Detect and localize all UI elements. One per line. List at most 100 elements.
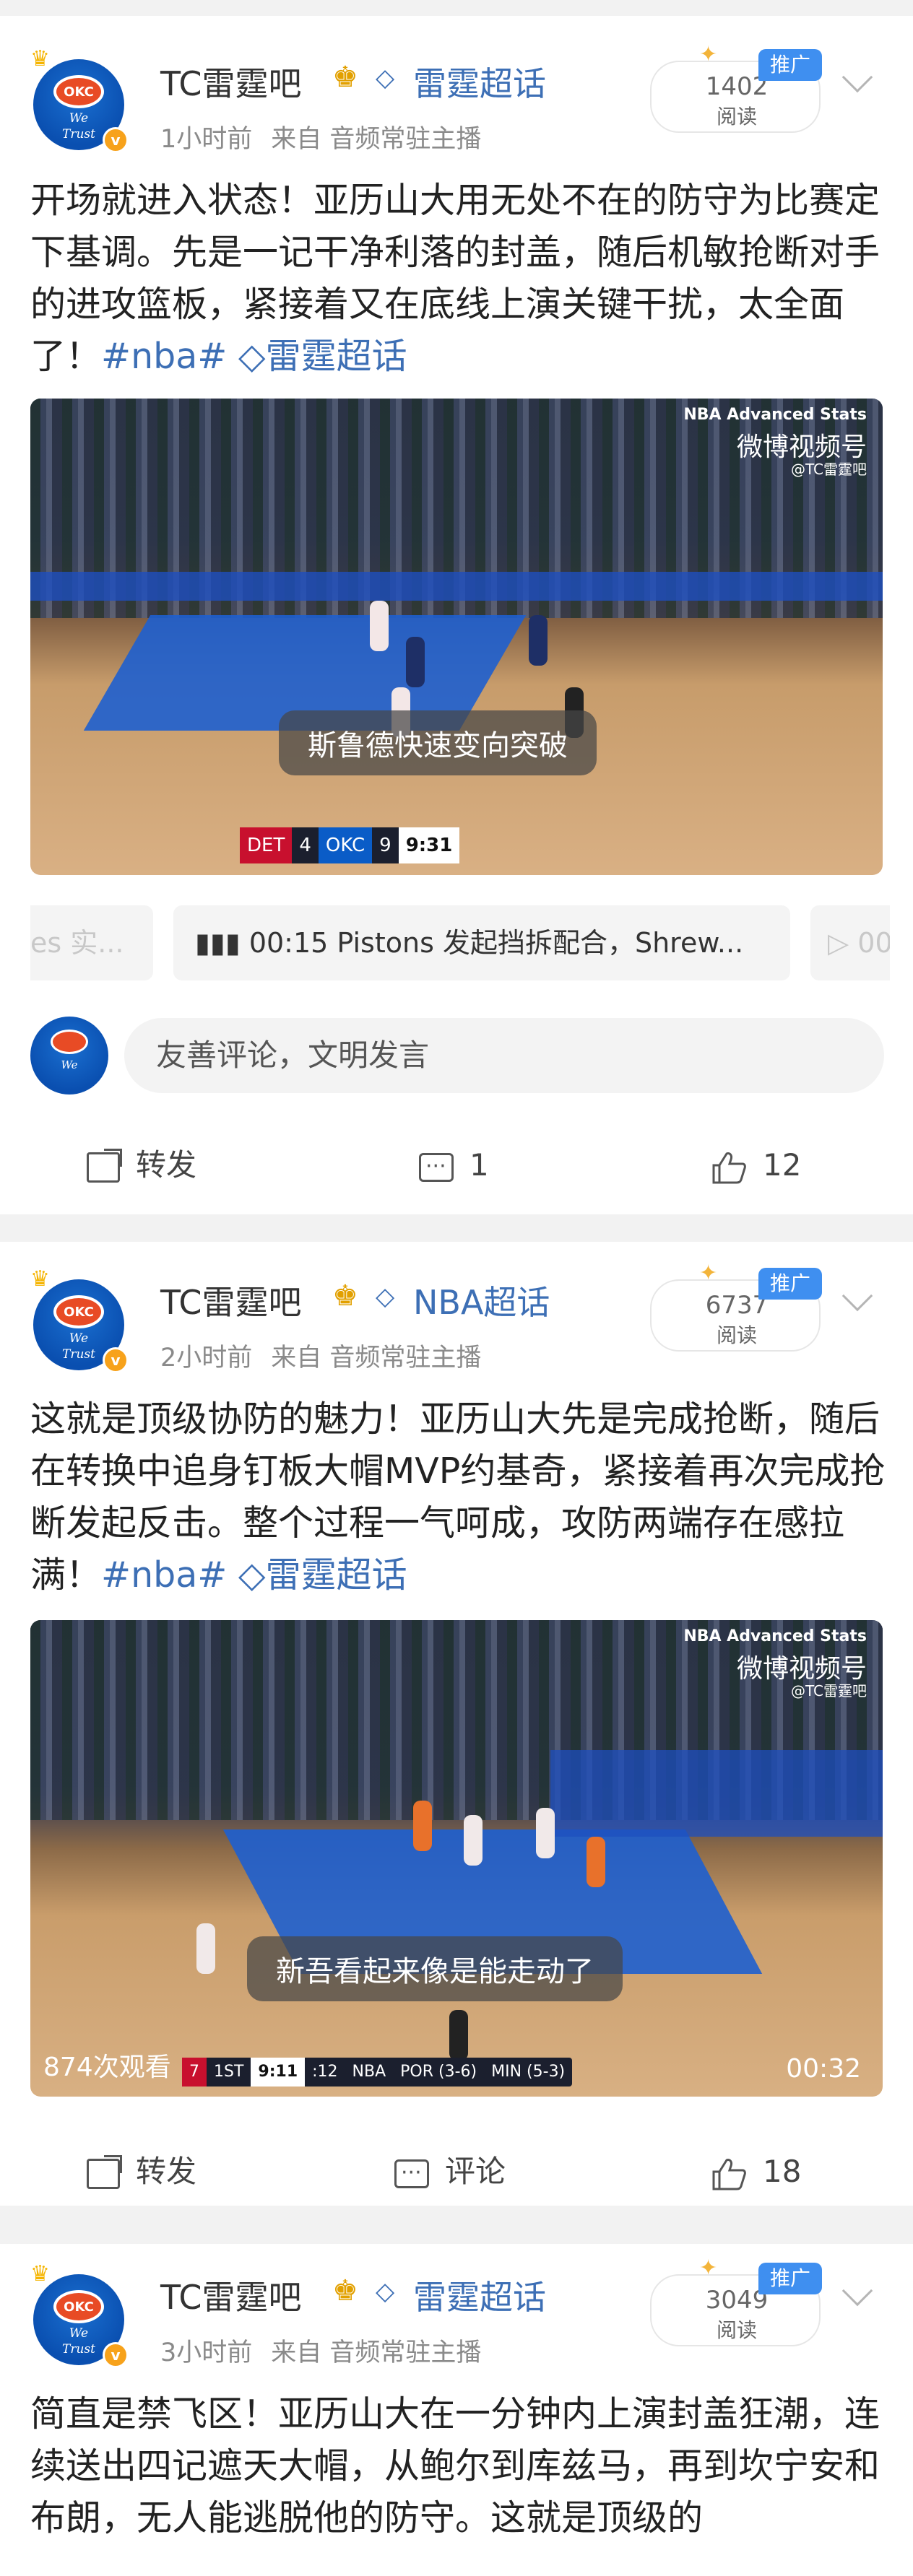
other-game-1: POR (3-6) (400, 2063, 477, 2081)
avatar-text-line1: We (69, 1331, 89, 1346)
post-source[interactable]: 来自 音频常驻主播 (271, 1344, 481, 1372)
comment-avatar[interactable]: We (30, 1017, 108, 1095)
game-clock: 9:31 (398, 827, 460, 863)
super-topic-link[interactable]: 雷霆超话 (413, 2271, 546, 2319)
audio-chips: es 实... ▮▮▮ 00:15 Pistons 发起挡拆配合，Shrew..… (30, 905, 890, 986)
player (370, 601, 389, 651)
avatar[interactable]: ♛ OKC We Trust v (30, 1266, 130, 1373)
promo-badge: 推广 (758, 2263, 822, 2294)
vip-crown-icon: ♚ (332, 2274, 358, 2307)
watermark-stats: NBA Advanced Stats (683, 406, 867, 424)
comment-input[interactable]: 友善评论，文明发言 (124, 1018, 884, 1093)
hashtag-link[interactable]: #nba# (101, 336, 227, 377)
score-okc: 7 (182, 2058, 207, 2087)
read-label: 阅读 (716, 2318, 757, 2342)
post-actions: 转发 评论 18 (0, 2136, 913, 2209)
crown-icon: ♛ (30, 46, 50, 71)
comment-button[interactable]: 1 (419, 1129, 489, 1203)
chip-current[interactable]: ▮▮▮ 00:15 Pistons 发起挡拆配合，Shrew... (173, 905, 790, 980)
scoreboard: DET 4 OKC 9 9:31 (240, 827, 460, 863)
like-button[interactable]: 12 (711, 1129, 801, 1201)
like-count: 18 (763, 2154, 802, 2189)
post-text: 这就是顶级协防的魅力！亚历山大先是完成抢断，随后在转换中追身钉板大帽MVP约基奇… (30, 1393, 887, 1601)
post-actions: 转发 1 12 (0, 1129, 913, 1203)
video-duration: 00:32 (786, 2054, 861, 2084)
promo-badge: 推广 (758, 1268, 822, 1300)
post-time: 3小时前 (160, 2338, 253, 2367)
share-icon (87, 1148, 122, 1183)
referee (449, 2010, 468, 2061)
watermark-handle: @TC雷霆吧 (790, 1682, 867, 1700)
avatar[interactable]: ♛ OKC We Trust v (30, 2261, 130, 2368)
chip-prev[interactable]: es 实... (30, 905, 153, 980)
like-button[interactable]: 18 (711, 2136, 801, 2208)
read-label: 阅读 (716, 1323, 757, 1347)
feed-post: ♛ OKC We Trust v TC雷霆吧 ♚ ◇ 雷霆超话 3小时前 来自 音… (0, 2244, 913, 2576)
team2: OKC (318, 827, 373, 863)
super-topic-link[interactable]: NBA超话 (413, 1276, 550, 1324)
view-count: 874次观看 (43, 2053, 171, 2082)
court-sideline (30, 572, 883, 601)
player (587, 1837, 605, 1887)
score1: 4 (299, 835, 311, 856)
comment-count: 1 (470, 1147, 489, 1183)
shot-clock: :12 (312, 2063, 338, 2081)
avatar-text-line1: We (69, 2326, 89, 2341)
comment-icon (419, 1131, 454, 1203)
post-time: 2小时前 (160, 1344, 253, 1372)
super-topic-link[interactable]: 雷霆超话 (413, 58, 546, 105)
audio-bars-icon: ▮▮▮ (195, 927, 249, 959)
username[interactable]: TC雷霆吧 (160, 58, 302, 105)
player (196, 1923, 215, 1974)
post-text: 开场就进入状态！亚历山大用无处不在的防守为比赛定下基调。先是一记干净利落的封盖，… (30, 175, 887, 383)
avatar[interactable]: ♛ OKC We Trust v (30, 46, 130, 153)
hashtag-link[interactable]: #nba# (101, 1554, 227, 1596)
scoreboard: 7 1ST 9:11:12 NBA POR (3-6) MIN (5-3) (182, 2058, 573, 2087)
period: 1ST (214, 2063, 244, 2081)
thumbs-up-icon (711, 2157, 747, 2190)
vip-crown-icon: ♚ (332, 61, 358, 94)
post-time: 1小时前 (160, 125, 253, 154)
verified-v-icon: v (103, 1347, 129, 1373)
like-count: 12 (763, 1147, 802, 1183)
video-player[interactable]: NBA Advanced Stats 微博视频号 @TC雷霆吧 新吾看起来像是能… (30, 1620, 883, 2097)
verified-v-icon: v (103, 127, 129, 153)
logo-text: OKC (64, 2299, 94, 2315)
post-source[interactable]: 来自 音频常驻主播 (271, 125, 481, 154)
post-meta: 2小时前 来自 音频常驻主播 (160, 1337, 500, 1374)
feed-post: ♛ OKC We Trust v TC雷霆吧 ♚ ◇ 雷霆超话 1小时前 来自 音… (0, 16, 913, 1214)
post-body: 简直是禁飞区！亚历山大在一分钟内上演封盖狂潮，连续送出四记遮天大帽，从鲍尔到库兹… (30, 2393, 880, 2538)
vip-crown-icon: ♚ (332, 1279, 358, 1313)
forward-button[interactable]: 转发 (87, 1129, 196, 1201)
username[interactable]: TC雷霆吧 (160, 2271, 302, 2319)
comment-label: 评论 (445, 2154, 506, 2189)
player (464, 1815, 483, 1866)
diamond-icon: ◇ (376, 1282, 395, 1311)
diamond-icon: ◇ (376, 2277, 395, 2306)
share-icon (87, 2154, 122, 2189)
forward-button[interactable]: 转发 (87, 2136, 196, 2208)
comment-icon (394, 2137, 429, 2209)
game-clock: 9:11 (251, 2058, 306, 2087)
post-source[interactable]: 来自 音频常驻主播 (271, 2338, 481, 2367)
video-subtitle: 斯鲁德快速变向突破 (279, 710, 597, 775)
player (413, 1801, 432, 1851)
topic-tag-link[interactable]: ◇雷霆超话 (238, 1554, 407, 1596)
topic-tag-link[interactable]: ◇雷霆超话 (238, 336, 407, 377)
chevron-down-icon[interactable] (841, 1280, 873, 1312)
chip-next[interactable]: ▷ 00 (810, 905, 890, 980)
comment-button[interactable]: 评论 (394, 2136, 506, 2209)
read-label: 阅读 (716, 105, 757, 129)
comment-avatar-text: We (61, 1058, 78, 1071)
username[interactable]: TC雷霆吧 (160, 1276, 302, 1324)
chevron-down-icon[interactable] (841, 2275, 873, 2307)
video-player[interactable]: NBA Advanced Stats 微博视频号 @TC雷霆吧 斯鲁德快速变向突… (30, 399, 883, 875)
post-text: 简直是禁飞区！亚历山大在一分钟内上演封盖狂潮，连续送出四记遮天大帽，从鲍尔到库兹… (30, 2388, 887, 2544)
logo-text: OKC (64, 84, 94, 100)
chevron-down-icon[interactable] (841, 61, 873, 93)
verified-v-icon: v (103, 2342, 129, 2368)
crown-icon: ♛ (30, 1266, 50, 1292)
thumbs-up-icon (711, 1151, 747, 1184)
forward-label: 转发 (136, 1147, 197, 1183)
player (529, 615, 548, 666)
